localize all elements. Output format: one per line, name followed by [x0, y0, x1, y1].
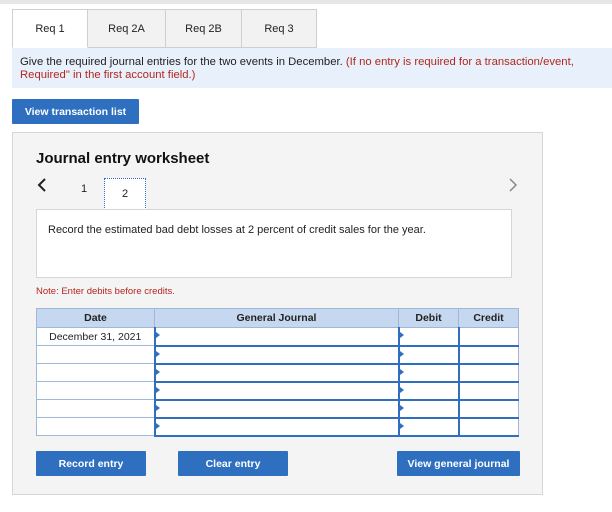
tab-req-2b[interactable]: Req 2B: [166, 9, 242, 48]
account-field[interactable]: [153, 345, 399, 365]
date-cell: [36, 399, 155, 418]
date-header: Date: [36, 308, 155, 328]
caret-right-icon: [155, 332, 160, 338]
top-bar: [0, 0, 612, 4]
credit-field[interactable]: [457, 327, 519, 347]
caret-right-icon: [155, 386, 160, 393]
debit-field[interactable]: [397, 417, 459, 437]
journal-table: Date General Journal Debit Credit Decemb…: [36, 308, 519, 437]
tab-req-3[interactable]: Req 3: [242, 9, 317, 48]
journal-entry-worksheet-panel: Journal entry worksheet 1 2 Record the e…: [12, 132, 543, 495]
table-row: December 31, 2021: [36, 327, 519, 347]
requirement-tabs: Req 1 Req 2A Req 2B Req 3: [12, 9, 317, 48]
tab-req-2a[interactable]: Req 2A: [88, 9, 166, 48]
table-row: [36, 417, 519, 437]
account-field[interactable]: [153, 381, 399, 401]
credit-field[interactable]: [457, 381, 519, 401]
debit-field[interactable]: [397, 381, 459, 401]
transaction-description-text: Record the estimated bad debt losses at …: [48, 224, 426, 236]
account-field[interactable]: [153, 417, 399, 437]
caret-right-icon: [155, 404, 160, 411]
account-field[interactable]: [153, 363, 399, 383]
page-1-link[interactable]: 1: [81, 183, 87, 195]
account-field[interactable]: [153, 327, 399, 347]
table-row: [36, 381, 519, 401]
view-general-journal-button[interactable]: View general journal: [397, 451, 520, 476]
table-row: [36, 345, 519, 365]
credit-header: Credit: [458, 308, 519, 328]
journal-table-header: Date General Journal Debit Credit: [36, 308, 519, 328]
date-cell: [36, 363, 155, 382]
table-row: [36, 399, 519, 419]
clear-entry-button[interactable]: Clear entry: [178, 451, 288, 476]
caret-right-icon: [399, 350, 404, 357]
caret-right-icon: [155, 422, 160, 429]
caret-right-icon: [399, 332, 404, 338]
credit-field[interactable]: [457, 417, 519, 437]
instruction-red-text: (If no entry is required for a transacti…: [345, 56, 574, 68]
table-row: [36, 363, 519, 383]
debit-credit-note: Note: Enter debits before credits.: [36, 286, 175, 297]
debit-field[interactable]: [397, 327, 459, 347]
date-cell: [36, 381, 155, 400]
caret-right-icon: [399, 422, 404, 429]
credit-field[interactable]: [457, 345, 519, 365]
instruction-text: Give the required journal entries for th…: [20, 56, 343, 68]
page-2-current[interactable]: 2: [104, 178, 146, 210]
worksheet-title: Journal entry worksheet: [36, 150, 210, 167]
debit-field[interactable]: [397, 399, 459, 419]
chevron-right-icon[interactable]: [508, 178, 518, 197]
instruction-red-text-line2: Required" in the first account field.): [20, 69, 196, 81]
chevron-left-icon[interactable]: [37, 178, 47, 197]
tab-req-1[interactable]: Req 1: [12, 9, 88, 48]
caret-right-icon: [399, 368, 404, 375]
date-cell: December 31, 2021: [36, 327, 155, 346]
view-transaction-list-button[interactable]: View transaction list: [12, 99, 139, 124]
debit-field[interactable]: [397, 345, 459, 365]
date-cell: [36, 417, 155, 436]
caret-right-icon: [399, 404, 404, 411]
credit-field[interactable]: [457, 363, 519, 383]
instruction-banner: Give the required journal entries for th…: [12, 48, 612, 88]
debit-field[interactable]: [397, 363, 459, 383]
date-cell: [36, 345, 155, 364]
debit-header: Debit: [398, 308, 459, 328]
general-journal-header: General Journal: [154, 308, 399, 328]
account-field[interactable]: [153, 399, 399, 419]
record-entry-button[interactable]: Record entry: [36, 451, 146, 476]
caret-right-icon: [155, 368, 160, 375]
transaction-description: Record the estimated bad debt losses at …: [36, 209, 512, 278]
caret-right-icon: [399, 386, 404, 393]
credit-field[interactable]: [457, 399, 519, 419]
caret-right-icon: [155, 350, 160, 357]
